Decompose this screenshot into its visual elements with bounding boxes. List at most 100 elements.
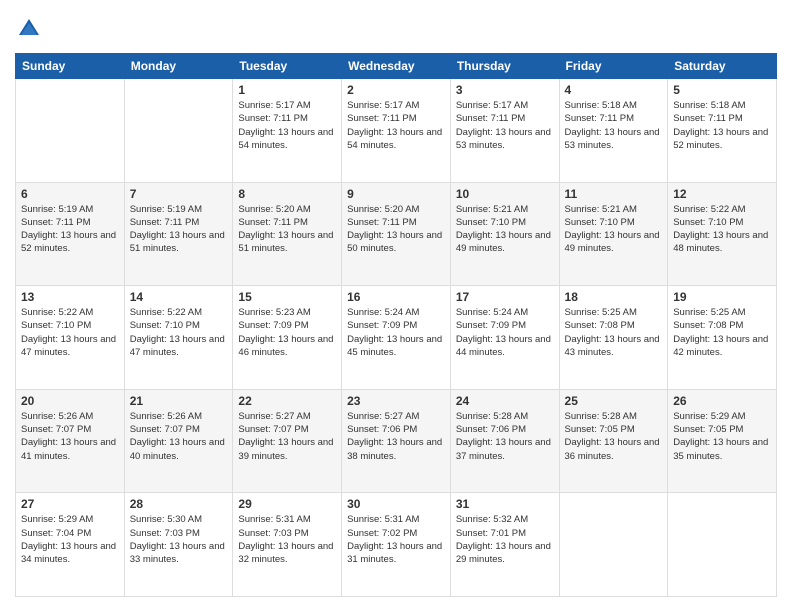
day-info: Sunrise: 5:19 AMSunset: 7:11 PMDaylight:… <box>130 203 228 256</box>
day-info: Sunrise: 5:27 AMSunset: 7:06 PMDaylight:… <box>347 410 445 463</box>
day-info: Sunrise: 5:18 AMSunset: 7:11 PMDaylight:… <box>673 99 771 152</box>
day-cell: 16Sunrise: 5:24 AMSunset: 7:09 PMDayligh… <box>342 286 451 390</box>
day-info: Sunrise: 5:18 AMSunset: 7:11 PMDaylight:… <box>565 99 663 152</box>
day-cell: 29 Sunrise: 5:31 AMSunset: 7:03 PMDayligh… <box>233 493 342 597</box>
day-number: 22 <box>238 394 336 408</box>
day-info: Sunrise: 5:26 AMSunset: 7:07 PMDaylight:… <box>130 410 228 463</box>
week-row-1: 1 Sunrise: 5:17 AMSunset: 7:11 PMDaylight… <box>16 79 777 183</box>
day-info: Sunrise: 5:29 AMSunset: 7:05 PMDaylight:… <box>673 410 771 463</box>
day-number: 20 <box>21 394 119 408</box>
day-number: 8 <box>238 187 336 201</box>
day-cell: 22Sunrise: 5:27 AMSunset: 7:07 PMDayligh… <box>233 389 342 493</box>
day-number: 27 <box>21 497 119 511</box>
weekday-header-thursday: Thursday <box>450 54 559 79</box>
day-cell: 9 Sunrise: 5:20 AMSunset: 7:11 PMDaylight… <box>342 182 451 286</box>
day-info: Sunrise: 5:21 AMSunset: 7:10 PMDaylight:… <box>565 203 663 256</box>
day-cell: 18 Sunrise: 5:25 AMSunset: 7:08 PMDayligh… <box>559 286 668 390</box>
day-cell: 5Sunrise: 5:18 AMSunset: 7:11 PMDaylight… <box>668 79 777 183</box>
day-cell: 7 Sunrise: 5:19 AMSunset: 7:11 PMDaylight… <box>124 182 233 286</box>
day-info: Sunrise: 5:21 AMSunset: 7:10 PMDaylight:… <box>456 203 554 256</box>
day-info: Sunrise: 5:28 AMSunset: 7:05 PMDaylight:… <box>565 410 663 463</box>
day-info: Sunrise: 5:25 AMSunset: 7:08 PMDaylight:… <box>673 306 771 359</box>
day-cell: 30 Sunrise: 5:31 AMSunset: 7:02 PMDayligh… <box>342 493 451 597</box>
day-number: 17 <box>456 290 554 304</box>
day-number: 11 <box>565 187 663 201</box>
day-cell: 4 Sunrise: 5:18 AMSunset: 7:11 PMDaylight… <box>559 79 668 183</box>
day-cell: 11 Sunrise: 5:21 AMSunset: 7:10 PMDayligh… <box>559 182 668 286</box>
day-cell: 3 Sunrise: 5:17 AMSunset: 7:11 PMDaylight… <box>450 79 559 183</box>
day-cell <box>668 493 777 597</box>
day-number: 12 <box>673 187 771 201</box>
day-cell: 17 Sunrise: 5:24 AMSunset: 7:09 PMDayligh… <box>450 286 559 390</box>
weekday-header-saturday: Saturday <box>668 54 777 79</box>
day-number: 4 <box>565 83 663 97</box>
day-cell: 1 Sunrise: 5:17 AMSunset: 7:11 PMDaylight… <box>233 79 342 183</box>
day-number: 16 <box>347 290 445 304</box>
day-cell: 6 Sunrise: 5:19 AMSunset: 7:11 PMDaylight… <box>16 182 125 286</box>
day-cell <box>559 493 668 597</box>
day-info: Sunrise: 5:17 AMSunset: 7:11 PMDaylight:… <box>456 99 554 152</box>
day-number: 14 <box>130 290 228 304</box>
weekday-header-sunday: Sunday <box>16 54 125 79</box>
day-cell: 21 Sunrise: 5:26 AMSunset: 7:07 PMDayligh… <box>124 389 233 493</box>
day-cell: 12Sunrise: 5:22 AMSunset: 7:10 PMDayligh… <box>668 182 777 286</box>
day-number: 31 <box>456 497 554 511</box>
day-info: Sunrise: 5:28 AMSunset: 7:06 PMDaylight:… <box>456 410 554 463</box>
day-cell: 19 Sunrise: 5:25 AMSunset: 7:08 PMDayligh… <box>668 286 777 390</box>
day-number: 9 <box>347 187 445 201</box>
day-cell: 14Sunrise: 5:22 AMSunset: 7:10 PMDayligh… <box>124 286 233 390</box>
weekday-header-friday: Friday <box>559 54 668 79</box>
day-number: 19 <box>673 290 771 304</box>
day-info: Sunrise: 5:31 AMSunset: 7:02 PMDaylight:… <box>347 513 445 566</box>
day-info: Sunrise: 5:30 AMSunset: 7:03 PMDaylight:… <box>130 513 228 566</box>
day-number: 3 <box>456 83 554 97</box>
day-cell <box>16 79 125 183</box>
day-cell: 20Sunrise: 5:26 AMSunset: 7:07 PMDayligh… <box>16 389 125 493</box>
day-cell: 25 Sunrise: 5:28 AMSunset: 7:05 PMDayligh… <box>559 389 668 493</box>
weekday-header-wednesday: Wednesday <box>342 54 451 79</box>
day-number: 29 <box>238 497 336 511</box>
day-info: Sunrise: 5:31 AMSunset: 7:03 PMDaylight:… <box>238 513 336 566</box>
day-info: Sunrise: 5:17 AMSunset: 7:11 PMDaylight:… <box>238 99 336 152</box>
weekday-header-monday: Monday <box>124 54 233 79</box>
day-number: 18 <box>565 290 663 304</box>
day-cell: 2 Sunrise: 5:17 AMSunset: 7:11 PMDaylight… <box>342 79 451 183</box>
weekday-header-tuesday: Tuesday <box>233 54 342 79</box>
day-number: 7 <box>130 187 228 201</box>
day-info: Sunrise: 5:17 AMSunset: 7:11 PMDaylight:… <box>347 99 445 152</box>
day-number: 13 <box>21 290 119 304</box>
week-row-2: 6 Sunrise: 5:19 AMSunset: 7:11 PMDaylight… <box>16 182 777 286</box>
day-number: 1 <box>238 83 336 97</box>
day-number: 10 <box>456 187 554 201</box>
logo <box>15 15 47 43</box>
day-number: 6 <box>21 187 119 201</box>
day-cell: 31Sunrise: 5:32 AMSunset: 7:01 PMDayligh… <box>450 493 559 597</box>
header <box>15 15 777 43</box>
day-cell: 8 Sunrise: 5:20 AMSunset: 7:11 PMDaylight… <box>233 182 342 286</box>
day-number: 30 <box>347 497 445 511</box>
day-info: Sunrise: 5:25 AMSunset: 7:08 PMDaylight:… <box>565 306 663 359</box>
day-cell: 27 Sunrise: 5:29 AMSunset: 7:04 PMDayligh… <box>16 493 125 597</box>
week-row-3: 13Sunrise: 5:22 AMSunset: 7:10 PMDayligh… <box>16 286 777 390</box>
day-number: 28 <box>130 497 228 511</box>
day-info: Sunrise: 5:20 AMSunset: 7:11 PMDaylight:… <box>238 203 336 256</box>
week-row-5: 27 Sunrise: 5:29 AMSunset: 7:04 PMDayligh… <box>16 493 777 597</box>
day-number: 21 <box>130 394 228 408</box>
day-cell: 26 Sunrise: 5:29 AMSunset: 7:05 PMDayligh… <box>668 389 777 493</box>
day-info: Sunrise: 5:24 AMSunset: 7:09 PMDaylight:… <box>456 306 554 359</box>
weekday-header-row: SundayMondayTuesdayWednesdayThursdayFrid… <box>16 54 777 79</box>
day-number: 26 <box>673 394 771 408</box>
calendar-table: SundayMondayTuesdayWednesdayThursdayFrid… <box>15 53 777 597</box>
day-info: Sunrise: 5:29 AMSunset: 7:04 PMDaylight:… <box>21 513 119 566</box>
day-number: 2 <box>347 83 445 97</box>
day-number: 25 <box>565 394 663 408</box>
day-info: Sunrise: 5:19 AMSunset: 7:11 PMDaylight:… <box>21 203 119 256</box>
day-number: 15 <box>238 290 336 304</box>
day-cell <box>124 79 233 183</box>
day-cell: 23 Sunrise: 5:27 AMSunset: 7:06 PMDayligh… <box>342 389 451 493</box>
day-number: 23 <box>347 394 445 408</box>
day-number: 24 <box>456 394 554 408</box>
day-info: Sunrise: 5:20 AMSunset: 7:11 PMDaylight:… <box>347 203 445 256</box>
page: SundayMondayTuesdayWednesdayThursdayFrid… <box>0 0 792 612</box>
day-cell: 13Sunrise: 5:22 AMSunset: 7:10 PMDayligh… <box>16 286 125 390</box>
